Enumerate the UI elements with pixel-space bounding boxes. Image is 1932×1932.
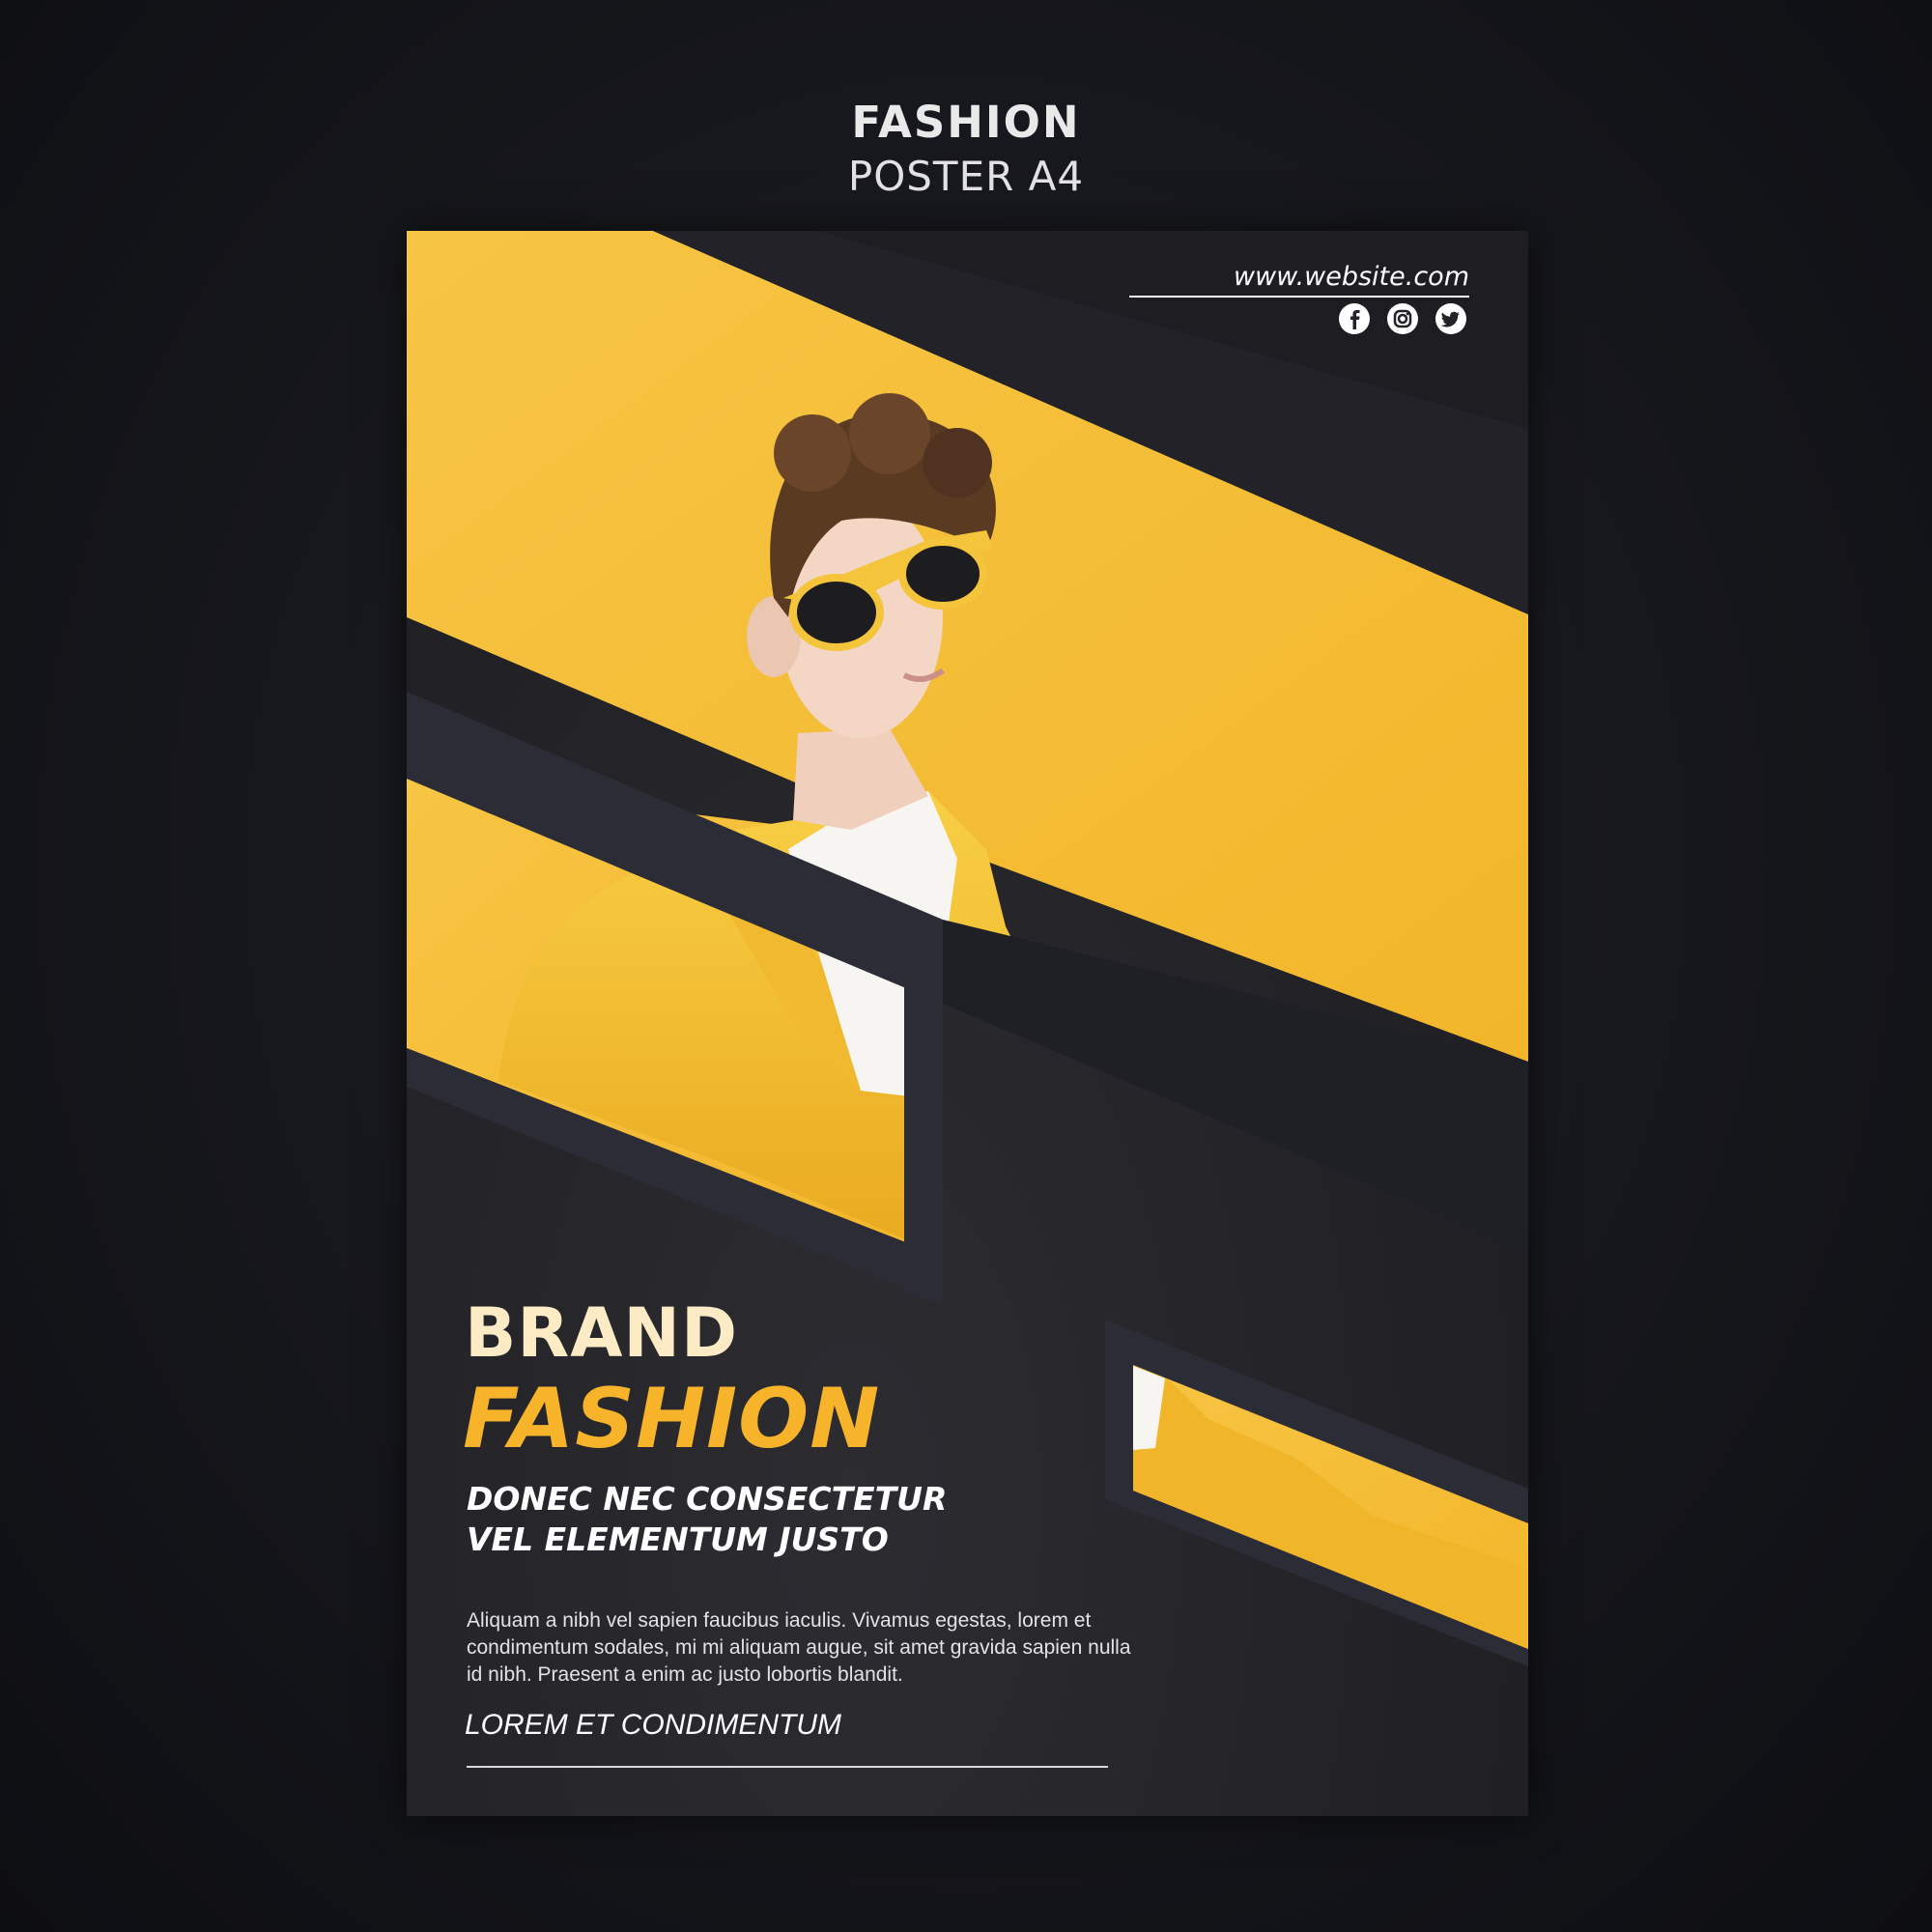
instagram-icon[interactable]: [1386, 302, 1419, 335]
tagline-line-1: DONEC NEC CONSECTETUR: [467, 1480, 948, 1518]
body-paragraph: Aliquam a nibh vel sapien faucibus iacul…: [467, 1609, 1131, 1686]
footer-text: LOREM ET CONDIMENTUM: [465, 1709, 841, 1741]
brand-title: BRAND: [465, 1293, 739, 1373]
detail-photo: [1105, 1320, 1528, 1666]
tagline-line-2: VEL ELEMENTUM JUSTO: [467, 1520, 889, 1558]
header-title: FASHION: [851, 97, 1081, 148]
website-underline: [1129, 296, 1469, 298]
facebook-icon[interactable]: [1338, 302, 1371, 335]
website-link[interactable]: www.website.com: [1234, 262, 1469, 292]
twitter-icon[interactable]: [1435, 302, 1467, 335]
header-subtitle: POSTER A4: [847, 153, 1085, 200]
poster: www.website.com BRAND FASHION DONEC NEC …: [407, 231, 1528, 1816]
footer-underline: [467, 1766, 1108, 1768]
fashion-headline: FASHION: [463, 1371, 881, 1467]
poster-artwork: [407, 231, 1528, 1666]
